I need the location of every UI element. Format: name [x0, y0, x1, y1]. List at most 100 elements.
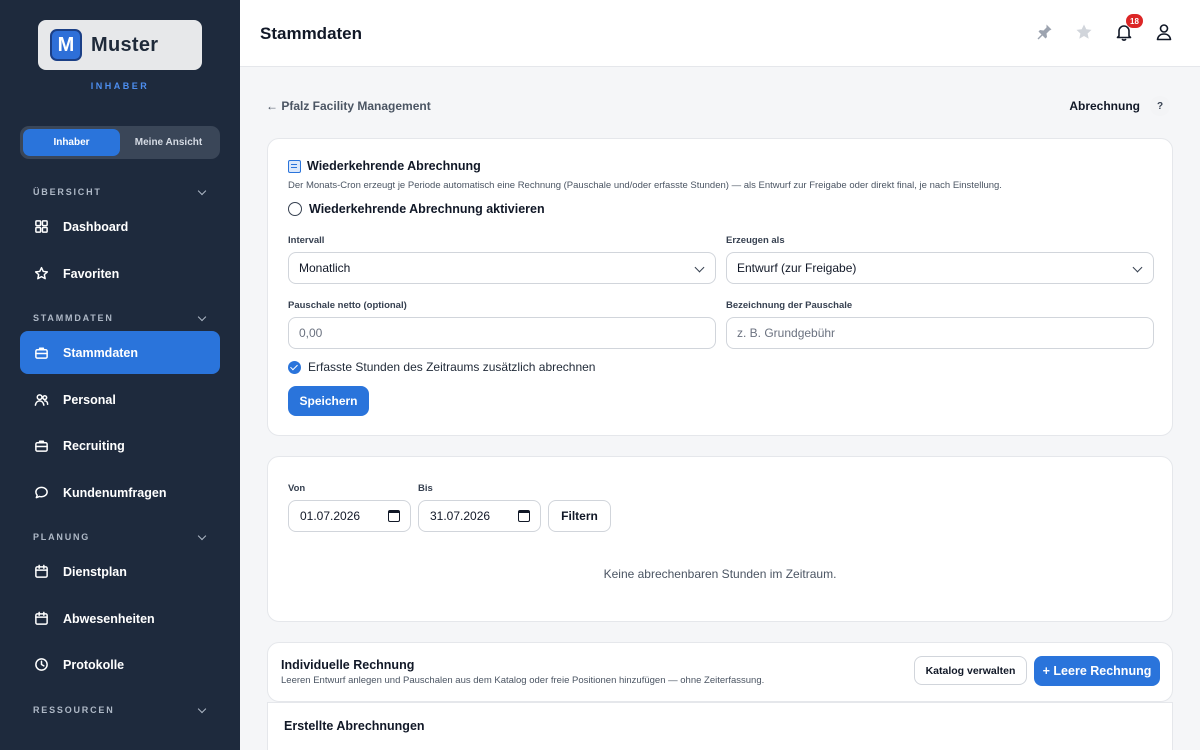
- breadcrumb: Abrechnung ?: [1069, 96, 1170, 116]
- sidebar-item-staff[interactable]: Personal: [20, 378, 220, 421]
- recurring-billing-card: Wiederkehrende Abrechnung Der Monats-Cro…: [267, 138, 1173, 436]
- flat-net-label: Pauschale netto (optional): [288, 300, 407, 311]
- sidebar-item-shift-plan[interactable]: Dienstplan: [20, 550, 220, 593]
- sidebar-item-label: Abwesenheiten: [63, 611, 155, 626]
- sidebar-item-label: Dashboard: [63, 219, 129, 234]
- sidebar-item-surveys[interactable]: Kundenumfragen: [20, 471, 220, 514]
- star-icon[interactable]: [1074, 22, 1094, 42]
- pin-icon[interactable]: [1034, 22, 1054, 42]
- bill-hours-label: Erfasste Stunden des Zeitraums zusätzlic…: [308, 360, 596, 374]
- sidebar-item-master-data[interactable]: Stammdaten: [20, 331, 220, 374]
- star-icon: [34, 266, 49, 280]
- calendar-icon[interactable]: [388, 510, 400, 522]
- logo-text: Muster: [91, 33, 159, 56]
- sidebar-item-label: Favoriten: [63, 266, 120, 281]
- section-planning[interactable]: PLANUNG: [33, 531, 208, 542]
- new-empty-invoice-button[interactable]: + Leere Rechnung: [1034, 656, 1160, 686]
- flat-net-placeholder: 0,00: [299, 326, 323, 340]
- users-icon: [34, 394, 49, 406]
- individual-invoice-card: Individuelle Rechnung Leeren Entwurf anl…: [267, 642, 1173, 702]
- save-button[interactable]: Speichern: [288, 386, 369, 416]
- sidebar-item-label: Personal: [63, 392, 116, 407]
- sidebar-item-label: Stammdaten: [63, 345, 139, 360]
- calendar-icon[interactable]: [518, 510, 530, 522]
- create-as-value: Entwurf (zur Freigabe): [737, 261, 857, 275]
- role-label: INHABER: [90, 81, 150, 91]
- sidebar-item-label: Protokolle: [63, 657, 125, 672]
- view-toggle-my-view[interactable]: Meine Ansicht: [120, 129, 217, 156]
- logo-mark: M: [50, 29, 82, 61]
- empty-state-message: Keine abrechenbaren Stunden im Zeitraum.: [603, 567, 837, 581]
- sidebar-item-absences[interactable]: Abwesenheiten: [20, 597, 220, 640]
- create-as-label: Erzeugen als: [726, 235, 785, 246]
- recurring-billing-title-text: Wiederkehrende Abrechnung: [307, 159, 481, 173]
- notification-badge: 18: [1126, 14, 1143, 28]
- activate-recurring-toggle[interactable]: Wiederkehrende Abrechnung aktivieren: [288, 202, 545, 216]
- filter-button[interactable]: Filtern: [548, 500, 611, 532]
- main-content: ← Pfalz Facility Management Abrechnung ?…: [240, 67, 1200, 750]
- from-label: Von: [288, 483, 306, 494]
- calendar-icon: [35, 611, 48, 625]
- sidebar-item-label: Kundenumfragen: [63, 485, 167, 500]
- clock-icon: [35, 658, 48, 671]
- chevron-down-icon: [197, 186, 207, 195]
- sidebar-item-label: Dienstplan: [63, 564, 127, 579]
- created-invoices-title: Erstellte Abrechnungen: [284, 719, 425, 733]
- bill-hours-checkbox-row[interactable]: Erfasste Stunden des Zeitraums zusätzlic…: [288, 360, 595, 374]
- section-master-data[interactable]: STAMMDATEN: [33, 312, 208, 323]
- to-date-input[interactable]: 31.07.2026: [418, 500, 541, 532]
- chat-bubble-icon: [35, 486, 48, 499]
- view-toggle: Inhaber Meine Ansicht: [20, 126, 220, 159]
- briefcase-icon: [35, 440, 48, 452]
- document-icon: [288, 159, 301, 173]
- interval-select[interactable]: Monatlich: [288, 252, 716, 284]
- recurring-billing-title: Wiederkehrende Abrechnung: [288, 159, 481, 173]
- chevron-down-icon: [197, 531, 207, 540]
- sidebar: M Muster INHABER Inhaber Meine Ansicht Ü…: [0, 0, 240, 750]
- page-title: Stammdaten: [260, 24, 363, 43]
- created-invoices-card: Erstellte Abrechnungen: [267, 702, 1173, 750]
- flat-name-label: Bezeichnung der Pauschale: [726, 300, 853, 311]
- manage-catalog-button[interactable]: Katalog verwalten: [914, 656, 1027, 685]
- section-resources[interactable]: RESSOURCEN: [33, 704, 208, 715]
- calendar-icon: [35, 564, 48, 578]
- activate-recurring-label: Wiederkehrende Abrechnung aktivieren: [309, 202, 545, 216]
- notifications-button[interactable]: 18: [1114, 14, 1143, 42]
- flat-net-input[interactable]: 0,00: [288, 317, 716, 349]
- individual-invoice-description: Leeren Entwurf anlegen und Pauschalen au…: [281, 675, 765, 686]
- topbar: Stammdaten 18: [240, 0, 1200, 67]
- individual-invoice-title: Individuelle Rechnung: [281, 658, 415, 672]
- from-date-input[interactable]: 01.07.2026: [288, 500, 411, 532]
- topbar-actions: 18: [1034, 14, 1174, 42]
- section-overview[interactable]: ÜBERSICHT: [33, 186, 208, 197]
- interval-label: Intervall: [288, 235, 325, 246]
- sidebar-item-label: Recruiting: [63, 438, 125, 453]
- radio-button[interactable]: [288, 202, 302, 216]
- section-title: Abrechnung: [1069, 99, 1140, 113]
- sidebar-item-recruiting[interactable]: Recruiting: [20, 424, 220, 467]
- logo[interactable]: M Muster: [38, 20, 202, 70]
- help-button[interactable]: ?: [1150, 96, 1170, 116]
- chevron-down-icon: [197, 312, 207, 321]
- section-master-data-label: STAMMDATEN: [33, 313, 114, 323]
- create-as-select[interactable]: Entwurf (zur Freigabe): [726, 252, 1154, 284]
- sidebar-item-dashboard[interactable]: Dashboard: [20, 205, 220, 248]
- to-label: Bis: [418, 483, 433, 494]
- chevron-down-icon: [694, 262, 705, 273]
- briefcase-icon: [35, 347, 48, 359]
- sidebar-item-logs[interactable]: Protokolle: [20, 643, 220, 686]
- flat-name-input[interactable]: z. B. Grundgebühr: [726, 317, 1154, 349]
- grid-icon: [35, 220, 48, 233]
- user-icon[interactable]: [1154, 22, 1174, 42]
- checkbox-checked[interactable]: [288, 360, 301, 374]
- section-planning-label: PLANUNG: [33, 532, 91, 542]
- section-resources-label: RESSOURCEN: [33, 705, 115, 715]
- view-toggle-owner[interactable]: Inhaber: [23, 129, 120, 156]
- back-link[interactable]: ← Pfalz Facility Management: [266, 99, 431, 113]
- filter-card: Von 01.07.2026 Bis 31.07.2026 Filtern Ke…: [267, 456, 1173, 622]
- chevron-down-icon: [1132, 262, 1143, 273]
- from-date-value: 01.07.2026: [300, 509, 361, 523]
- recurring-billing-description: Der Monats-Cron erzeugt je Periode autom…: [288, 180, 1002, 191]
- sidebar-item-favorites[interactable]: Favoriten: [20, 252, 220, 295]
- interval-value: Monatlich: [299, 261, 351, 275]
